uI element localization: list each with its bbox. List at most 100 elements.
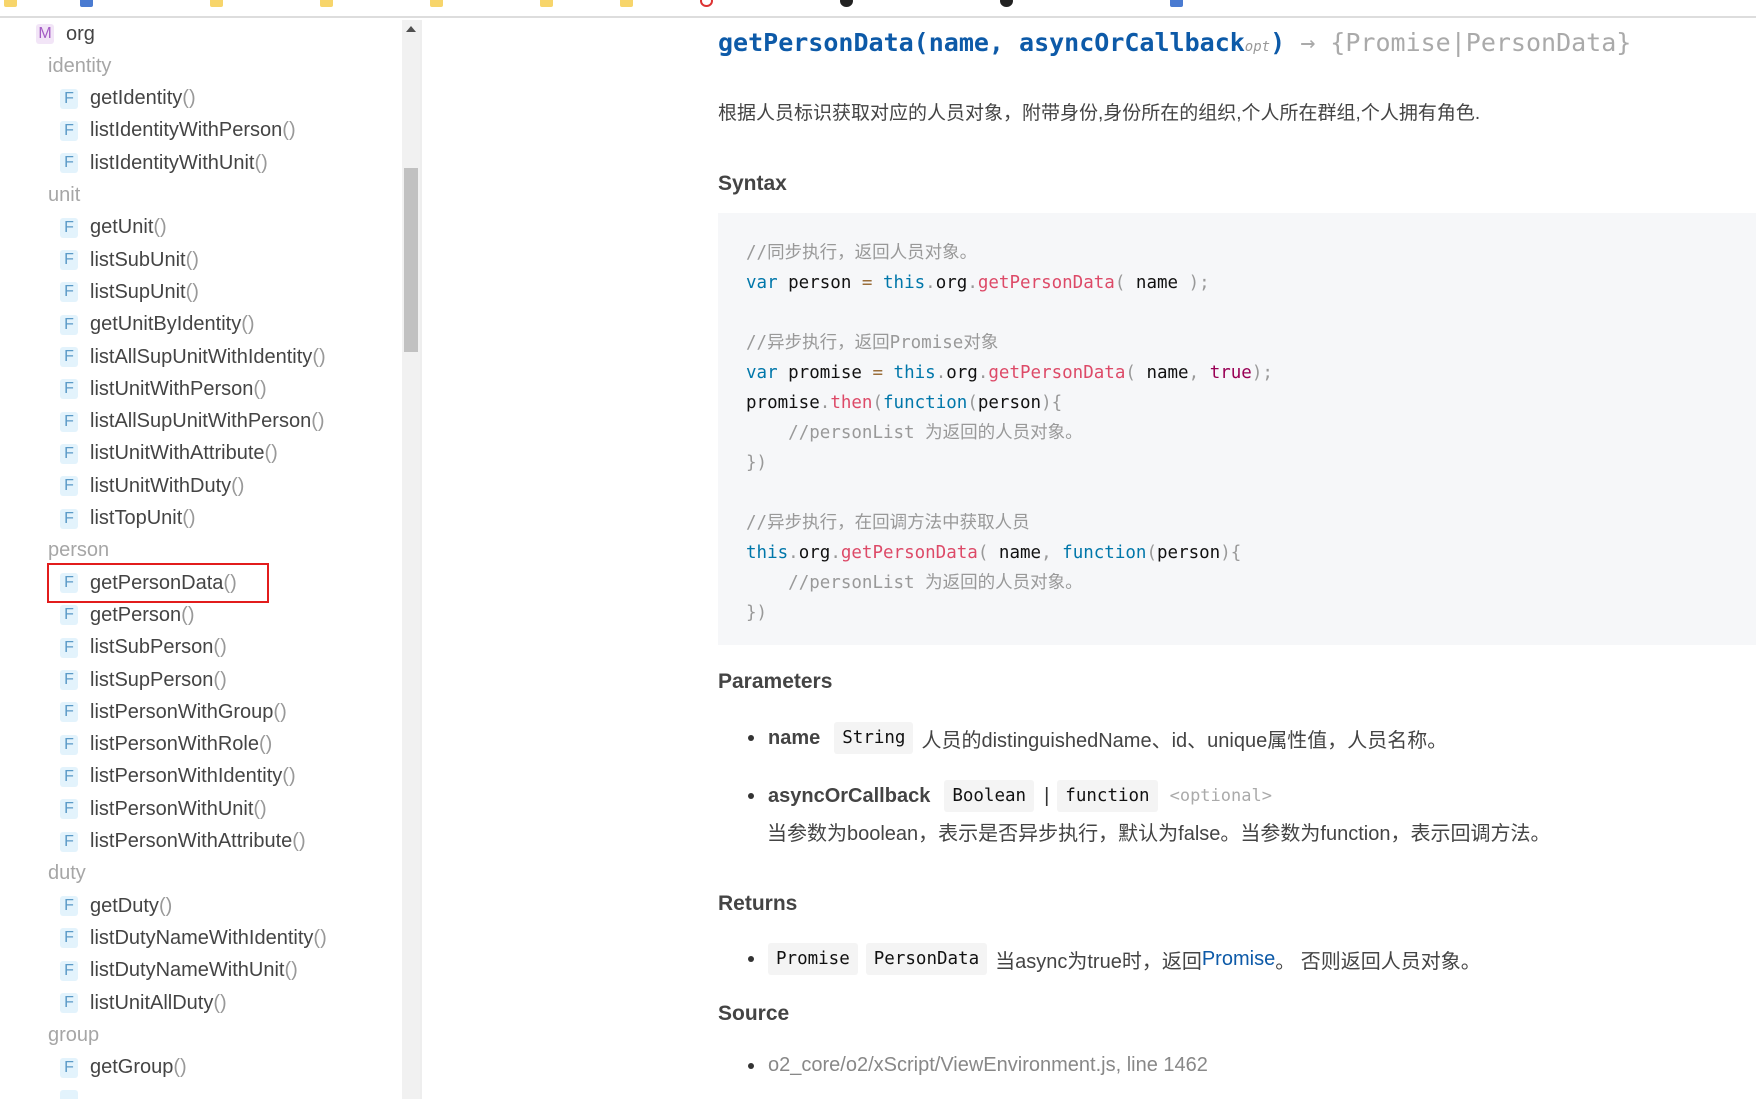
- paren: (): [185, 280, 199, 303]
- function-icon: F: [60, 347, 78, 367]
- source-heading: Source: [718, 1002, 790, 1025]
- bookmark-item[interactable]: [4, 0, 17, 8]
- sidebar-item-label: listDutyNameWithIdentity: [90, 926, 314, 949]
- divider: [420, 20, 422, 1099]
- sidebar-item-listUnitWithAttribute[interactable]: FlistUnitWithAttribute(): [60, 438, 278, 470]
- sidebar-item-listUnitAllDuty[interactable]: FlistUnitAllDuty(): [60, 987, 227, 1019]
- sidebar-item-label: listUnitWithAttribute: [90, 442, 265, 465]
- bookmark-item[interactable]: [840, 0, 853, 8]
- sidebar-item-label: listPersonWithAttribute: [90, 830, 293, 852]
- function-icon: F: [60, 670, 78, 690]
- function-icon: F: [60, 379, 78, 400]
- sidebar-item-listSupPerson[interactable]: FlistSupPerson(): [60, 664, 227, 696]
- sidebar-section-person: person: [48, 539, 110, 562]
- sidebar-item-partial[interactable]: [60, 1084, 90, 1099]
- sidebar-scrollbar[interactable]: [402, 20, 420, 1099]
- function-icon: F: [60, 799, 78, 820]
- bookmark-item[interactable]: [620, 0, 633, 8]
- syntax-heading: Syntax: [718, 172, 787, 195]
- code-comment: //personList 为返回的人员对象。: [788, 573, 1083, 593]
- sidebar-item-listPersonWithRole[interactable]: FlistPersonWithRole(): [60, 729, 272, 761]
- sidebar-item-listPersonWithUnit[interactable]: FlistPersonWithUnit(): [60, 793, 267, 825]
- sidebar-item-listUnitWithDuty[interactable]: FlistUnitWithDuty(): [60, 470, 244, 502]
- parameters-heading: Parameters: [718, 670, 833, 693]
- sidebar-item-listAllSupUnitWithIdentity[interactable]: FlistAllSupUnitWithIdentity(): [60, 341, 326, 373]
- sidebar-section-unit: unit: [48, 184, 81, 206]
- sidebar-item-listDutyNameWithUnit[interactable]: FlistDutyNameWithUnit(): [60, 955, 298, 987]
- sidebar-item-getPerson[interactable]: FgetPerson(): [60, 599, 195, 631]
- sidebar-item-listDutyNameWithIdentity[interactable]: FlistDutyNameWithIdentity(): [60, 922, 327, 954]
- bookmark-item[interactable]: [430, 0, 443, 8]
- folder-icon: [210, 0, 223, 7]
- source-link[interactable]: o2_core/o2/xScript/ViewEnvironment.js, l…: [768, 1054, 1208, 1077]
- sidebar-item-label: getIdentity: [90, 87, 183, 110]
- source-item: o2_core/o2/xScript/ViewEnvironment.js, l…: [718, 1054, 1208, 1077]
- module-org[interactable]: Morg: [36, 20, 95, 50]
- sidebar-item-label: listDutyNameWithUnit: [90, 959, 285, 982]
- module-icon: M: [36, 24, 54, 44]
- paren: (): [253, 377, 267, 400]
- bookmark-item[interactable]: [700, 0, 713, 8]
- param-label: asyncOrCallback: [768, 784, 931, 807]
- sidebar-item-label: getPerson: [90, 603, 182, 626]
- sidebar-item-listUnitWithPerson[interactable]: FlistUnitWithPerson(): [60, 373, 267, 405]
- selected-highlight: [47, 563, 269, 604]
- function-icon: F: [60, 702, 78, 723]
- bookmark-item[interactable]: [1170, 0, 1183, 8]
- sidebar-item-listSupUnit[interactable]: FlistSupUnit(): [60, 276, 199, 308]
- sidebar-item-listTopUnit[interactable]: FlistTopUnit(): [60, 503, 196, 535]
- sidebar-item-listPersonWithAttribute[interactable]: FlistPersonWithAttribute(): [60, 826, 306, 858]
- paren: (): [312, 345, 326, 368]
- bookmark-item[interactable]: [1000, 0, 1013, 8]
- returns-heading: Returns: [718, 892, 798, 915]
- method-description: 根据人员标识获取对应的人员对象，附带身份,身份所在的组织,个人所在群组,个人拥有…: [718, 103, 1481, 124]
- sidebar-item-getUnit[interactable]: FgetUnit(): [60, 212, 167, 244]
- bookmarks-bar: [0, 0, 1756, 18]
- type-badge: String: [834, 722, 914, 754]
- folder-icon: [430, 0, 443, 7]
- scrollbar-thumb[interactable]: [404, 168, 418, 352]
- sidebar-item-getDuty[interactable]: FgetDuty(): [60, 890, 172, 922]
- scroll-up-icon[interactable]: [406, 26, 416, 32]
- sidebar-item-listPersonWithIdentity[interactable]: FlistPersonWithIdentity(): [60, 761, 296, 793]
- sidebar-item-listAllSupUnitWithPerson[interactable]: FlistAllSupUnitWithPerson(): [60, 406, 325, 438]
- sidebar-section-duty: duty: [48, 862, 86, 885]
- doc-icon: [1170, 0, 1183, 7]
- function-icon: F: [60, 637, 78, 658]
- code-block: //同步执行，返回人员对象。 var person = this.org.get…: [718, 213, 1756, 645]
- bookmark-item[interactable]: [540, 0, 553, 8]
- paren: (): [284, 959, 298, 982]
- returns-desc-end: 。 否则返回人员对象。: [1275, 950, 1481, 973]
- code-comment: //同步执行，返回人员对象。: [746, 243, 978, 263]
- function-icon: F: [60, 960, 78, 981]
- function-icon: [60, 1089, 78, 1099]
- code-comment: //personList 为返回的人员对象。: [788, 423, 1083, 443]
- sidebar-section-group: group: [48, 1023, 100, 1046]
- sidebar-item-label: listAllSupUnitWithIdentity: [90, 345, 313, 368]
- bookmark-item[interactable]: [320, 0, 333, 8]
- github-icon: [840, 0, 853, 7]
- sidebar-item-getIdentity[interactable]: FgetIdentity(): [60, 83, 196, 115]
- sidebar-item-listSubUnit[interactable]: FlistSubUnit(): [60, 244, 199, 276]
- function-icon: F: [60, 896, 78, 917]
- paren: (): [213, 991, 227, 1014]
- bookmark-item[interactable]: [210, 0, 223, 8]
- sidebar-item-listSubPerson[interactable]: FlistSubPerson(): [60, 632, 227, 664]
- paren: (): [181, 603, 195, 626]
- code-method: getPersonData: [988, 363, 1126, 383]
- paren: (): [185, 248, 199, 271]
- promise-link[interactable]: Promise: [1202, 948, 1275, 971]
- sidebar-item-getUnitByIdentity[interactable]: FgetUnitByIdentity(): [60, 309, 255, 341]
- return-types: → {Promise|PersonData}: [1285, 28, 1632, 57]
- sidebar-item-listIdentityWithPerson[interactable]: FlistIdentityWithPerson(): [60, 115, 296, 147]
- type-badge: function: [1057, 780, 1158, 812]
- paren: (): [282, 119, 296, 142]
- sidebar-item-listIdentityWithUnit[interactable]: FlistIdentityWithUnit(): [60, 147, 268, 179]
- paren: (): [292, 830, 306, 852]
- bookmark-item[interactable]: [80, 0, 93, 8]
- doc-icon: [80, 0, 93, 7]
- function-icon: F: [60, 314, 78, 335]
- sidebar-item-getGroup[interactable]: FgetGroup(): [60, 1052, 187, 1084]
- sidebar-item-listPersonWithGroup[interactable]: FlistPersonWithGroup(): [60, 696, 287, 728]
- sidebar-item-label: listUnitAllDuty: [90, 991, 214, 1014]
